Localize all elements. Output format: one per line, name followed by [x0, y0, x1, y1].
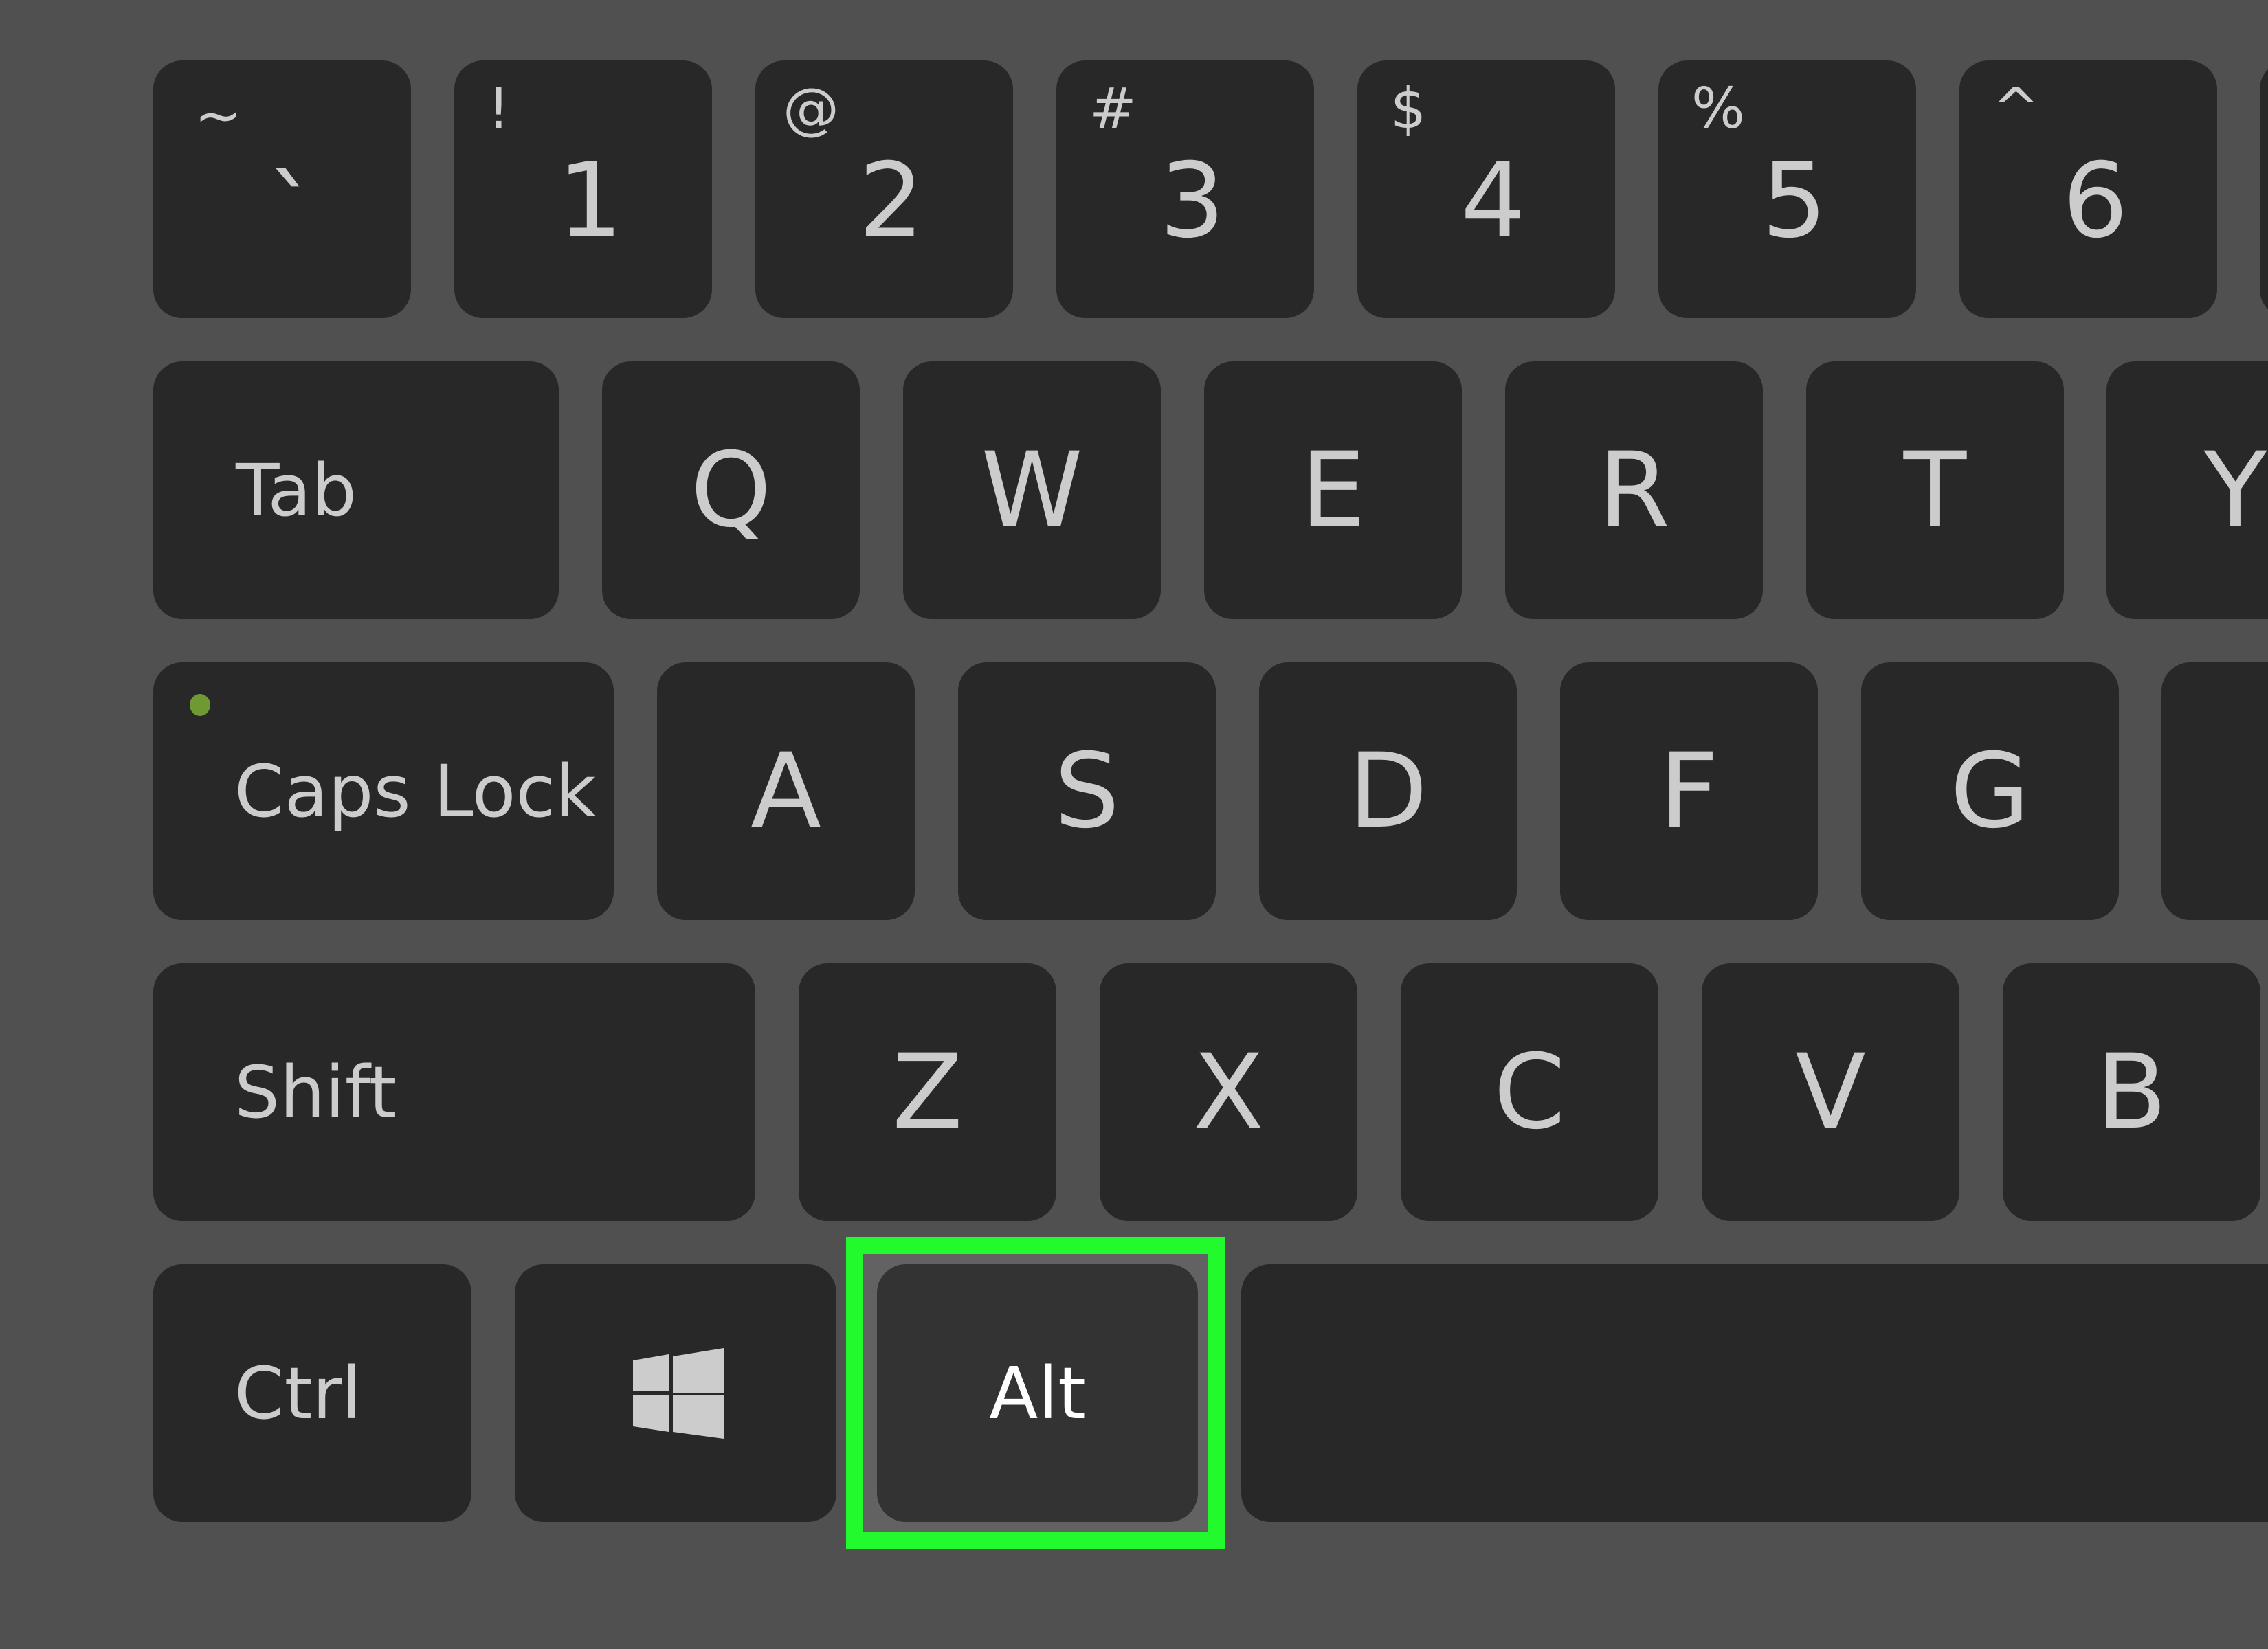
- key-main-symbol: 1: [557, 142, 623, 261]
- caps-lock-indicator: [190, 694, 210, 716]
- key-label: R: [1598, 430, 1670, 550]
- key-6[interactable]: ^ 6: [1959, 60, 2217, 318]
- key-1[interactable]: ! 1: [454, 60, 712, 318]
- key-shift-symbol: %: [1691, 76, 1745, 142]
- key-t[interactable]: T: [1806, 361, 2064, 619]
- key-main-symbol: 2: [858, 142, 924, 261]
- key-windows[interactable]: [515, 1264, 836, 1522]
- key-h[interactable]: H: [2161, 662, 2268, 920]
- key-d[interactable]: D: [1259, 662, 1517, 920]
- key-shift-symbol: ~: [194, 83, 242, 148]
- key-label: T: [1903, 430, 1967, 550]
- key-shift-symbol: !: [487, 76, 510, 142]
- key-shift[interactable]: Shift: [153, 963, 755, 1221]
- key-x[interactable]: X: [1100, 963, 1357, 1221]
- key-c[interactable]: C: [1401, 963, 1658, 1221]
- key-shift-symbol: #: [1089, 76, 1137, 142]
- key-label: V: [1795, 1032, 1866, 1152]
- key-b[interactable]: B: [2003, 963, 2260, 1221]
- key-label: W: [981, 430, 1083, 550]
- key-label: Alt: [989, 1351, 1086, 1435]
- key-q[interactable]: Q: [602, 361, 860, 619]
- key-label: Y: [2203, 430, 2267, 550]
- key-main-symbol: 4: [1460, 142, 1526, 261]
- key-4[interactable]: $ 4: [1357, 60, 1615, 318]
- key-y[interactable]: Y: [2106, 361, 2268, 619]
- key-tab[interactable]: Tab: [153, 361, 559, 619]
- key-5[interactable]: % 5: [1658, 60, 1916, 318]
- key-backtick[interactable]: ~ `: [153, 60, 411, 318]
- key-label: Q: [690, 430, 772, 550]
- key-label: X: [1193, 1032, 1264, 1152]
- key-label: D: [1348, 731, 1428, 851]
- key-shift-symbol: @: [783, 76, 839, 142]
- key-label: Z: [892, 1032, 963, 1152]
- key-label: F: [1659, 731, 1719, 851]
- key-ctrl[interactable]: Ctrl: [153, 1264, 471, 1522]
- key-space[interactable]: [1241, 1264, 2268, 1522]
- key-label: S: [1054, 731, 1120, 851]
- key-label: Tab: [236, 448, 357, 532]
- key-main-symbol: 3: [1159, 142, 1225, 261]
- key-3[interactable]: # 3: [1056, 60, 1314, 318]
- key-label: A: [751, 731, 821, 851]
- key-label: Ctrl: [234, 1351, 362, 1435]
- key-v[interactable]: V: [1702, 963, 1959, 1221]
- key-f[interactable]: F: [1560, 662, 1818, 920]
- key-w[interactable]: W: [903, 361, 1161, 619]
- key-caps-lock[interactable]: Caps Lock: [153, 662, 614, 920]
- key-2[interactable]: @ 2: [755, 60, 1013, 318]
- windows-logo-icon: [633, 1348, 724, 1439]
- key-a[interactable]: A: [657, 662, 915, 920]
- key-label: Caps Lock: [234, 749, 597, 833]
- key-alt[interactable]: Alt: [877, 1264, 1198, 1522]
- key-label: C: [1493, 1032, 1566, 1152]
- key-label: B: [2096, 1032, 2167, 1152]
- key-z[interactable]: Z: [799, 963, 1056, 1221]
- key-main-symbol: 5: [1761, 142, 1827, 261]
- key-label: E: [1300, 430, 1366, 550]
- key-shift-symbol: ^: [1992, 76, 2040, 142]
- key-label: G: [1950, 731, 2030, 851]
- key-main-symbol: `: [267, 155, 318, 275]
- key-7-partial[interactable]: [2260, 60, 2268, 318]
- key-main-symbol: 6: [2063, 142, 2128, 261]
- key-s[interactable]: S: [958, 662, 1216, 920]
- key-r[interactable]: R: [1505, 361, 1763, 619]
- key-shift-symbol: $: [1390, 76, 1427, 142]
- key-g[interactable]: G: [1861, 662, 2119, 920]
- key-e[interactable]: E: [1204, 361, 1462, 619]
- key-label: Shift: [234, 1050, 397, 1134]
- key-label: H: [2161, 662, 2268, 920]
